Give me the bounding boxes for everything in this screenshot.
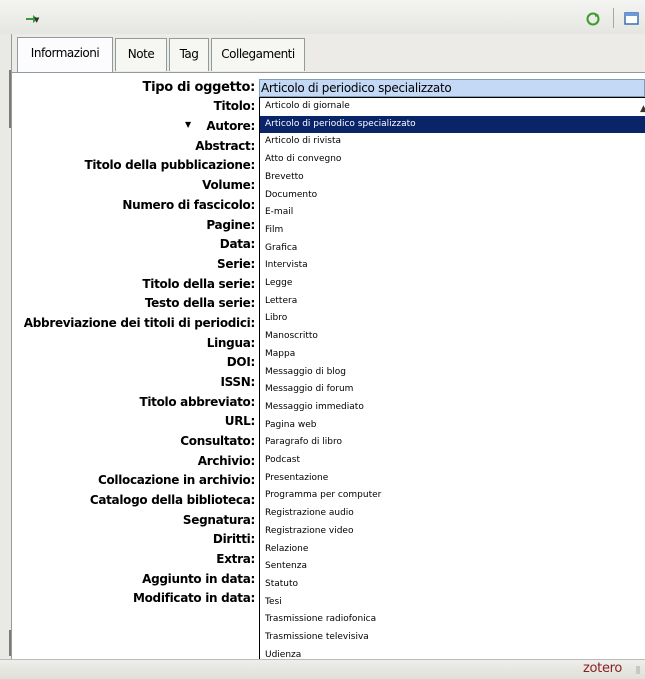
item-type-option[interactable]: Manoscritto (260, 328, 645, 346)
field-label-segnatura[interactable]: Segnatura: (183, 512, 255, 529)
item-type-option[interactable]: Statuto (260, 576, 645, 594)
item-type-option[interactable]: Articolo di rivista (260, 133, 645, 151)
item-type-option[interactable]: Paragrafo di libro (260, 434, 645, 452)
field-label-serie[interactable]: Serie: (217, 256, 255, 273)
dropdown-arrow-icon[interactable]: ▼ (34, 16, 39, 24)
item-type-option[interactable]: Podcast (260, 452, 645, 470)
field-label-testo-serie[interactable]: Testo della serie: (145, 295, 255, 312)
tab-collegamenti[interactable]: Collegamenti (211, 38, 305, 71)
zotero-logo[interactable]: zotero (583, 661, 622, 676)
item-type-option[interactable]: Film (260, 222, 645, 240)
item-type-option[interactable]: Libro (260, 310, 645, 328)
field-label-aggiunto: Aggiunto in data: (142, 572, 255, 586)
field-label-collocazione[interactable]: Collocazione in archivio: (98, 472, 255, 489)
new-item-button[interactable] (624, 11, 640, 27)
new-item-icon (624, 12, 639, 25)
tab-tag[interactable]: Tag (169, 38, 209, 71)
item-type-option[interactable]: Registrazione video (260, 523, 645, 541)
field-label-diritti[interactable]: Diritti: (213, 531, 255, 548)
field-label-titolo-pubblicazione[interactable]: Titolo della pubblicazione: (84, 157, 255, 174)
item-type-option[interactable]: Registrazione audio (260, 505, 645, 523)
toolbar-separator (613, 8, 614, 28)
left-scrollbar-thumb-lower[interactable] (9, 630, 11, 656)
field-label-numero-fascicolo[interactable]: Numero di fascicolo: (122, 197, 255, 214)
item-type-option[interactable]: Documento (260, 187, 645, 205)
field-label-data[interactable]: Data: (220, 236, 256, 253)
field-label-doi[interactable]: DOI: (227, 354, 256, 371)
field-label-url[interactable]: URL: (225, 413, 256, 430)
field-label-titolo-abbreviato[interactable]: Titolo abbreviato: (139, 394, 255, 411)
item-type-option[interactable]: Trasmissione televisiva (260, 629, 645, 647)
tab-informazioni[interactable]: Informazioni (17, 37, 113, 72)
field-label-titolo-serie[interactable]: Titolo della serie: (142, 276, 255, 293)
item-type-option[interactable]: Brevetto (260, 169, 645, 187)
item-type-option[interactable]: Intervista (260, 257, 645, 275)
field-label-tipo-di-oggetto: Tipo di oggetto: (142, 80, 256, 95)
field-label-abstract[interactable]: Abstract: (195, 138, 255, 155)
field-label-modificato: Modificato in data: (132, 591, 255, 605)
item-type-dropdown-list[interactable]: Articolo di giornale Articolo di periodi… (259, 97, 645, 662)
sync-button[interactable] (586, 12, 600, 26)
item-type-option[interactable]: Messaggio immediato (260, 399, 645, 417)
field-label-pagine[interactable]: Pagine: (206, 217, 255, 234)
item-pane-tabbar: Informazioni Note Tag Collegamenti (12, 34, 645, 73)
item-type-option[interactable]: Trasmissione radiofonica (260, 611, 645, 629)
item-type-option[interactable]: Presentazione (260, 470, 645, 488)
item-type-option[interactable]: Legge (260, 275, 645, 293)
left-scrollbar-thumb[interactable] (9, 70, 11, 128)
field-label-archivio[interactable]: Archivio: (198, 453, 256, 470)
status-bar-grip (636, 666, 640, 674)
item-type-option[interactable]: Articolo di giornale (260, 98, 645, 116)
field-label-lingua[interactable]: Lingua: (207, 335, 256, 352)
field-label-titolo[interactable]: Titolo: (214, 98, 256, 115)
item-type-option[interactable]: Grafica (260, 240, 645, 258)
field-label-abbreviazione[interactable]: Abbreviazione dei titoli di periodici: (24, 315, 256, 332)
field-label-extra[interactable]: Extra: (216, 551, 255, 568)
tab-note[interactable]: Note (115, 38, 167, 71)
item-type-option[interactable]: Messaggio di blog (260, 364, 645, 382)
field-label-catalogo[interactable]: Catalogo della biblioteca: (90, 492, 255, 509)
item-type-select[interactable]: Articolo di periodico specializzato (259, 79, 645, 97)
toolbar: ▼ (0, 0, 645, 35)
field-label-autore[interactable]: Autore: (206, 118, 255, 135)
item-type-option[interactable]: Sentenza (260, 558, 645, 576)
item-type-option[interactable]: Mappa (260, 346, 645, 364)
item-type-option[interactable]: Messaggio di forum (260, 381, 645, 399)
list-scroll-up-icon[interactable]: ▲ (640, 104, 645, 114)
status-bar: zotero (0, 659, 645, 679)
field-label-issn[interactable]: ISSN: (220, 374, 255, 391)
field-label-consultato[interactable]: Consultato: (180, 433, 255, 450)
sync-icon (586, 12, 600, 26)
item-type-option[interactable]: Lettera (260, 293, 645, 311)
item-type-option[interactable]: Pagina web (260, 417, 645, 435)
item-type-option[interactable]: Tesi (260, 594, 645, 612)
field-label-volume[interactable]: Volume: (202, 177, 255, 194)
item-type-option[interactable]: Relazione (260, 541, 645, 559)
autore-expand-triangle-icon[interactable]: ▼ (185, 116, 191, 133)
item-type-option[interactable]: Programma per computer (260, 487, 645, 505)
item-type-option-selected[interactable]: Articolo di periodico specializzato (260, 115, 645, 134)
item-type-option[interactable]: Atto di convegno (260, 151, 645, 169)
item-type-option[interactable]: E-mail (260, 204, 645, 222)
